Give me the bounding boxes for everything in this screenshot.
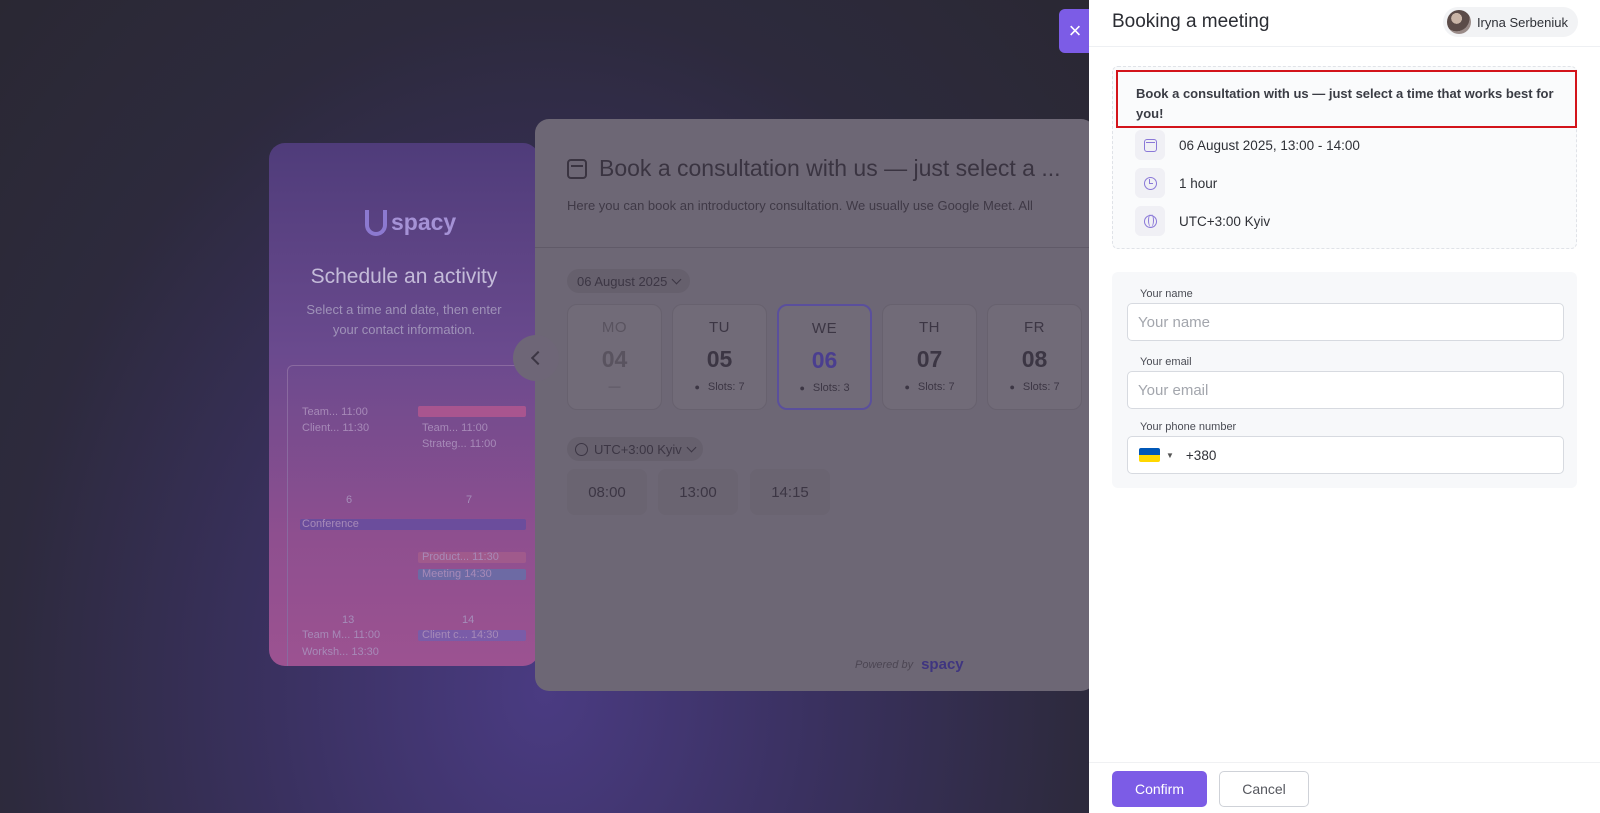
ukraine-flag-icon[interactable]	[1139, 448, 1160, 462]
calendar-event: Worksh... 13:30	[302, 646, 379, 658]
clock-icon	[1143, 176, 1157, 190]
day-card-tu[interactable]: TU 05 Slots: 7	[672, 304, 767, 410]
date-selector[interactable]: 06 August 2025	[567, 269, 691, 293]
chevron-down-icon	[671, 274, 682, 285]
divider	[535, 247, 1089, 248]
time-slot[interactable]: 14:15	[750, 469, 830, 515]
calendar-icon	[567, 158, 587, 179]
globe-icon	[575, 442, 588, 456]
day-card-mo[interactable]: MO 04 —	[567, 304, 662, 410]
panel-title: Booking a meeting	[1112, 11, 1270, 32]
phone-label: Your phone number	[1140, 421, 1237, 433]
calendar-event: Conference	[302, 518, 359, 530]
caret-down-icon[interactable]: ▼	[1166, 451, 1174, 460]
time-slot[interactable]: 08:00	[567, 469, 647, 515]
day-card-th[interactable]: TH 07 Slots: 7	[882, 304, 977, 410]
booking-side-panel: Booking a meeting Iryna Serbeniuk Book a…	[1089, 0, 1600, 813]
previous-week-button[interactable]	[513, 335, 559, 381]
name-label: Your name	[1140, 288, 1193, 300]
day-card-we[interactable]: WE 06 Slots: 3	[777, 304, 872, 410]
booking-modal-preview: Book a consultation with us — just selec…	[535, 119, 1089, 691]
calendar-day-number: 6	[346, 494, 353, 506]
panel-footer: Confirm Cancel	[1089, 762, 1600, 813]
meeting-headline: Book a consultation with us — just selec…	[1116, 70, 1577, 128]
phone-input[interactable]	[1185, 447, 1526, 463]
calendar-event: Product... 11:30	[422, 551, 499, 563]
close-panel-button[interactable]: ×	[1059, 9, 1091, 53]
calendar-event: Client c... 14:30	[422, 629, 499, 641]
phone-field: ▼	[1127, 436, 1564, 474]
day-card-fr[interactable]: FR 08 Slots: 7	[987, 304, 1082, 410]
calendar-icon	[1143, 138, 1157, 152]
uspacy-logo: spacy	[921, 656, 964, 673]
name-input[interactable]	[1127, 303, 1564, 341]
timezone-selector[interactable]: UTC+3:00 Kyiv	[567, 437, 703, 461]
time-slot[interactable]: 13:00	[658, 469, 738, 515]
email-label: Your email	[1140, 356, 1192, 368]
calendar-event: Team... 11:00	[422, 422, 488, 434]
user-name: Iryna Serbeniuk	[1476, 14, 1568, 30]
panel-header: Booking a meeting Iryna Serbeniuk	[1089, 0, 1600, 47]
summary-timezone: UTC+3:00 Kyiv	[1135, 206, 1270, 236]
cancel-button[interactable]: Cancel	[1219, 771, 1309, 807]
calendar-event: Client... 11:30	[302, 422, 370, 434]
calendar-event: Team... 11:00	[302, 406, 368, 418]
calendar-day-number: 7	[466, 494, 473, 506]
calendar-day-number: 13	[342, 614, 355, 626]
dimmed-background: spacy Schedule an activity Select a time…	[0, 0, 1089, 813]
summary-datetime: 06 August 2025, 13:00 - 14:00	[1135, 130, 1360, 160]
email-input[interactable]	[1127, 371, 1564, 409]
globe-icon	[1143, 214, 1157, 228]
summary-duration: 1 hour	[1135, 168, 1217, 198]
avatar	[1446, 10, 1471, 34]
confirm-button[interactable]: Confirm	[1112, 771, 1207, 807]
calendar-event: Meeting 14:30	[422, 568, 492, 580]
close-icon: ×	[1068, 18, 1082, 43]
chevron-down-icon	[686, 442, 697, 453]
uspacy-logo: spacy	[365, 209, 456, 236]
modal-description: Here you can book an introductory consul…	[567, 198, 1033, 213]
scheduler-preview-card: spacy Schedule an activity Select a time…	[269, 143, 539, 666]
calendar-day-number: 14	[462, 614, 475, 626]
user-chip[interactable]: Iryna Serbeniuk	[1442, 7, 1578, 37]
scheduler-title: Schedule an activity	[310, 265, 498, 288]
powered-by: Powered by spacy	[855, 656, 964, 673]
mini-calendar: Team... 11:00 Client... 11:30 Team... 11…	[287, 365, 539, 666]
calendar-event: Team M... 11:00	[302, 629, 381, 641]
scheduler-subtitle: Select a time and date, then enter your …	[306, 302, 502, 337]
modal-title: Book a consultation with us — just selec…	[567, 155, 1061, 182]
calendar-event: Strateg... 11:00	[422, 438, 497, 450]
